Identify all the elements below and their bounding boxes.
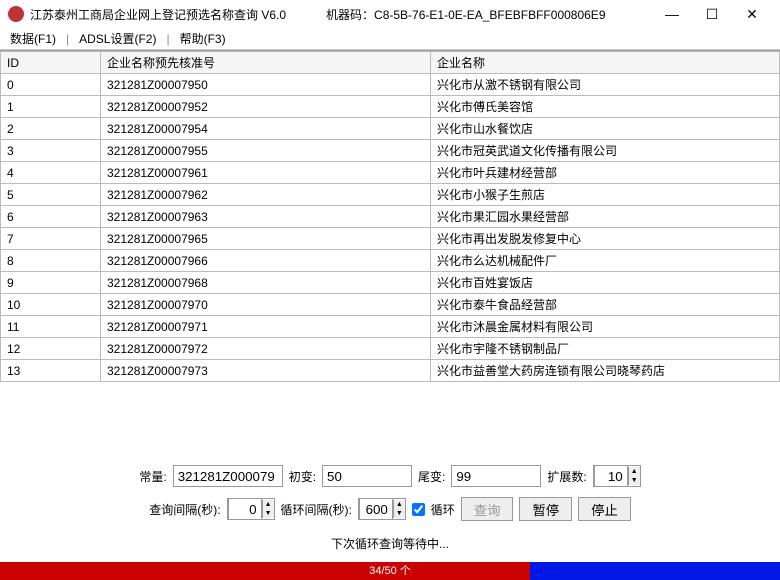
table-row[interactable]: 2321281Z00007954兴化市山水餐饮店 bbox=[1, 118, 780, 140]
table-row[interactable]: 11321281Z00007971兴化市沐晨金属材料有限公司 bbox=[1, 316, 780, 338]
table-row[interactable]: 1321281Z00007952兴化市傅氏美容馆 bbox=[1, 96, 780, 118]
query-interval-label: 查询间隔(秒): bbox=[149, 501, 220, 518]
table-row[interactable]: 5321281Z00007962兴化市小猴子生煎店 bbox=[1, 184, 780, 206]
table-row[interactable]: 10321281Z00007970兴化市泰牛食品经营部 bbox=[1, 294, 780, 316]
pause-button[interactable]: 暂停 bbox=[519, 497, 572, 521]
table-row[interactable]: 6321281Z00007963兴化市果汇园水果经营部 bbox=[1, 206, 780, 228]
expand-stepper[interactable]: ▲▼ bbox=[593, 465, 641, 487]
stop-button[interactable]: 停止 bbox=[578, 497, 631, 521]
table-row[interactable]: 9321281Z00007968兴化市百姓宴饭店 bbox=[1, 272, 780, 294]
close-button[interactable]: ✕ bbox=[732, 0, 772, 28]
loop-interval-label: 循环间隔(秒): bbox=[281, 501, 352, 518]
col-name[interactable]: 企业名称 bbox=[431, 52, 780, 74]
tail-input[interactable] bbox=[451, 465, 541, 487]
const-label: 常量: bbox=[139, 468, 166, 485]
col-regno[interactable]: 企业名称预先核准号 bbox=[101, 52, 431, 74]
machine-code-label: 机器码：C8-5B-76-E1-0E-EA_BFEBFBFF000806E9 bbox=[326, 6, 605, 23]
loop-checkbox-label: 循环 bbox=[431, 501, 455, 518]
progress-bar: 34/50 个 bbox=[0, 562, 780, 580]
expand-up-icon[interactable]: ▲ bbox=[629, 467, 640, 476]
col-id[interactable]: ID bbox=[1, 52, 101, 74]
menu-data[interactable]: 数据(F1) bbox=[6, 28, 60, 49]
menu-adsl[interactable]: ADSL设置(F2) bbox=[75, 28, 160, 49]
expand-label: 扩展数: bbox=[547, 468, 586, 485]
table-row[interactable]: 0321281Z00007950兴化市从激不锈钢有限公司 bbox=[1, 74, 780, 96]
progress-text: 34/50 个 bbox=[0, 562, 780, 580]
table-row[interactable]: 7321281Z00007965兴化市再出发脱发修复中心 bbox=[1, 228, 780, 250]
table-row[interactable]: 3321281Z00007955兴化市冠英武道文化传播有限公司 bbox=[1, 140, 780, 162]
window-titlebar: 江苏泰州工商局企业网上登记预选名称查询 V6.0 机器码：C8-5B-76-E1… bbox=[0, 0, 780, 28]
table-row[interactable]: 12321281Z00007972兴化市宇隆不锈钢制品厂 bbox=[1, 338, 780, 360]
query-interval-input[interactable] bbox=[228, 498, 262, 520]
window-title: 江苏泰州工商局企业网上登记预选名称查询 V6.0 bbox=[30, 6, 286, 23]
table-row[interactable]: 13321281Z00007973兴化市益善堂大药房连锁有限公司晓琴药店 bbox=[1, 360, 780, 382]
table-row[interactable]: 8321281Z00007966兴化市么达机械配件厂 bbox=[1, 250, 780, 272]
app-icon bbox=[8, 6, 24, 22]
menu-bar: 数据(F1) | ADSL设置(F2) | 帮助(F3) bbox=[0, 28, 780, 50]
status-text: 下次循环查询等待中... bbox=[20, 531, 760, 556]
init-label: 初变: bbox=[289, 468, 316, 485]
li-down-icon[interactable]: ▼ bbox=[394, 509, 405, 518]
tail-label: 尾变: bbox=[418, 468, 445, 485]
controls-panel: 常量: 初变: 尾变: 扩展数: ▲▼ 查询间隔(秒): ▲▼ 循环间隔(秒):… bbox=[0, 455, 780, 562]
table-row[interactable]: 4321281Z00007961兴化市叶兵建材经营部 bbox=[1, 162, 780, 184]
query-interval-stepper[interactable]: ▲▼ bbox=[227, 498, 275, 520]
loop-interval-input[interactable] bbox=[359, 498, 393, 520]
expand-down-icon[interactable]: ▼ bbox=[629, 476, 640, 485]
li-up-icon[interactable]: ▲ bbox=[394, 500, 405, 509]
query-button[interactable]: 查询 bbox=[461, 497, 514, 521]
init-input[interactable] bbox=[322, 465, 412, 487]
const-input[interactable] bbox=[173, 465, 283, 487]
loop-checkbox[interactable] bbox=[412, 503, 425, 516]
qi-down-icon[interactable]: ▼ bbox=[263, 509, 274, 518]
minimize-button[interactable]: — bbox=[652, 0, 692, 28]
qi-up-icon[interactable]: ▲ bbox=[263, 500, 274, 509]
loop-interval-stepper[interactable]: ▲▼ bbox=[358, 498, 406, 520]
expand-input[interactable] bbox=[594, 465, 628, 487]
results-table-wrap[interactable]: ID 企业名称预先核准号 企业名称 0321281Z00007950兴化市从激不… bbox=[0, 50, 780, 455]
maximize-button[interactable]: ☐ bbox=[692, 0, 732, 28]
results-table: ID 企业名称预先核准号 企业名称 0321281Z00007950兴化市从激不… bbox=[0, 51, 780, 382]
menu-help[interactable]: 帮助(F3) bbox=[176, 28, 230, 49]
